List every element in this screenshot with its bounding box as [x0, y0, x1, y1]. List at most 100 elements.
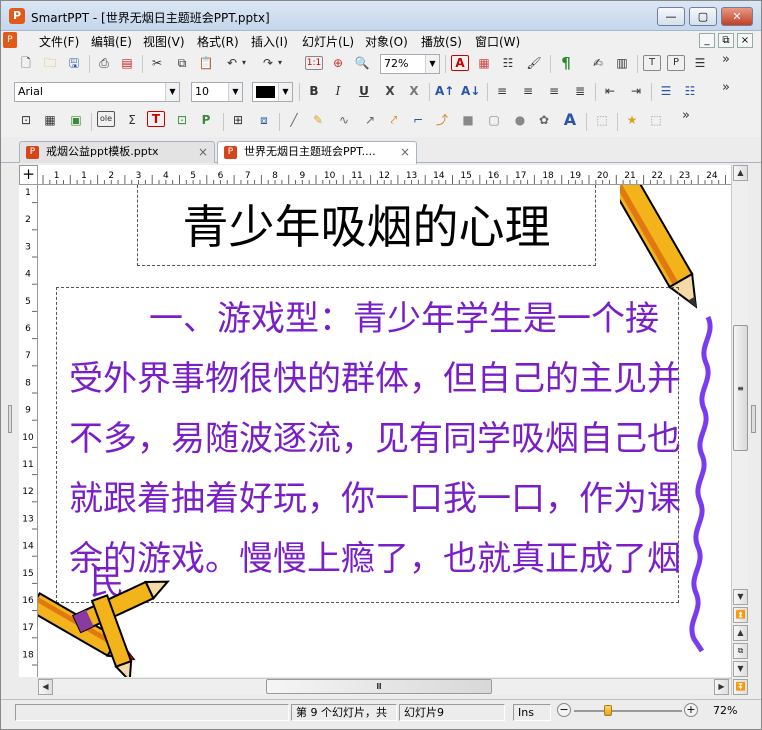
- equation-icon[interactable]: Σ: [123, 111, 141, 129]
- frame-green-icon[interactable]: ⊡: [173, 111, 191, 129]
- curve-connector-icon[interactable]: ⤴: [433, 111, 451, 129]
- slide-layout-icon[interactable]: 1:1: [305, 56, 323, 70]
- align-center-icon[interactable]: ≡: [519, 82, 537, 100]
- stack-icon[interactable]: ☰: [691, 54, 709, 72]
- horizontal-scrollbar[interactable]: ◀ Ⅲ ▶: [38, 678, 731, 695]
- mdi-restore-button[interactable]: ⧉: [718, 33, 734, 48]
- zoom-select[interactable]: 72% ▼: [380, 54, 440, 74]
- align-right-icon[interactable]: ≡: [545, 82, 563, 100]
- justify-icon[interactable]: ≣: [571, 82, 589, 100]
- undo-dropdown-icon[interactable]: ▾: [239, 54, 249, 72]
- underline-icon[interactable]: U: [355, 82, 373, 100]
- numbering-icon[interactable]: ☷: [681, 82, 699, 100]
- arrow-icon[interactable]: ↗: [361, 111, 379, 129]
- select-icon[interactable]: ⬚: [593, 111, 611, 129]
- strike-icon[interactable]: X: [381, 82, 399, 100]
- curve-icon[interactable]: ∿: [335, 111, 353, 129]
- find-icon[interactable]: ⊕: [329, 54, 347, 72]
- rounded-rect-icon[interactable]: ▢: [485, 111, 503, 129]
- title-placeholder[interactable]: 青少年吸烟的心理: [137, 185, 596, 266]
- zoom-icon[interactable]: 🔍: [353, 54, 371, 72]
- zoom-in-icon[interactable]: +: [684, 703, 698, 717]
- menu-slide[interactable]: 幻灯片(L): [302, 33, 354, 50]
- indent-icon[interactable]: ⇥: [627, 82, 645, 100]
- pdf-icon[interactable]: ▤: [118, 54, 136, 72]
- template-icon[interactable]: T: [643, 55, 661, 71]
- font-size-select[interactable]: 10 ▼: [191, 82, 243, 102]
- line-icon[interactable]: ╱: [285, 111, 303, 129]
- elbow-connector-icon[interactable]: ⌐: [409, 111, 427, 129]
- new-icon[interactable]: 🗋: [17, 54, 35, 72]
- maximize-button[interactable]: ▢: [689, 7, 717, 26]
- tab-quit-smoking-template[interactable]: P 戒烟公益ppt模板.pptx ×: [19, 141, 215, 163]
- ruler-corner[interactable]: +: [19, 165, 38, 185]
- star-icon[interactable]: ★: [623, 111, 641, 129]
- close-tab-icon[interactable]: ×: [400, 142, 410, 162]
- copy-icon[interactable]: ⧉: [173, 54, 191, 72]
- next-slide-icon[interactable]: ▼: [733, 661, 748, 677]
- horizontal-scroll-thumb[interactable]: Ⅲ: [266, 679, 492, 694]
- connector-icon[interactable]: ⤤: [385, 111, 403, 129]
- more-icon[interactable]: »: [677, 107, 695, 125]
- menu-view[interactable]: 视图(V): [143, 33, 185, 50]
- vertical-scroll-thumb[interactable]: ≡: [733, 325, 748, 451]
- ole-icon[interactable]: ole: [97, 111, 115, 127]
- slide-canvas[interactable]: 青少年吸烟的心理 一、游戏型：青少年学生是一个接受外界事物很快的群体，但自己的主…: [38, 185, 731, 677]
- font-select[interactable]: Arial ▼: [14, 82, 180, 102]
- grow-font-icon[interactable]: A↑: [435, 82, 454, 100]
- action-icon[interactable]: ⬚: [647, 111, 665, 129]
- rectangle-icon[interactable]: ■: [459, 111, 477, 129]
- stats-icon[interactable]: ▥: [613, 54, 631, 72]
- present-icon[interactable]: P: [667, 55, 685, 71]
- shadow-icon[interactable]: X: [405, 82, 423, 100]
- panel-splitter-handle[interactable]: [751, 405, 756, 433]
- scroll-right-icon[interactable]: ▶: [714, 679, 729, 695]
- menu-play[interactable]: 播放(S): [421, 33, 462, 50]
- ungroup-icon[interactable]: ⧈: [255, 111, 273, 129]
- close-button[interactable]: ✕: [721, 7, 753, 26]
- pilcrow-icon[interactable]: ¶: [557, 54, 575, 72]
- color-select[interactable]: ▼: [252, 82, 293, 102]
- placeholder-icon[interactable]: P: [197, 111, 215, 129]
- menu-file[interactable]: 文件(F): [39, 33, 79, 50]
- textbox-icon[interactable]: T: [147, 111, 165, 127]
- outdent-icon[interactable]: ⇤: [601, 82, 619, 100]
- italic-icon[interactable]: I: [329, 82, 347, 100]
- table-icon[interactable]: ☷: [499, 54, 517, 72]
- print-icon[interactable]: ⎙: [95, 54, 113, 72]
- scroll-left-icon[interactable]: ◀: [38, 679, 53, 695]
- vertical-scrollbar[interactable]: ▲ ≡ ▼ ⏫ ▲ ⧉ ▼ ⏬: [731, 165, 748, 695]
- scroll-up-icon[interactable]: ▲: [733, 165, 748, 181]
- minimize-button[interactable]: —: [657, 7, 685, 26]
- mdi-close-button[interactable]: ×: [737, 33, 753, 48]
- menu-format[interactable]: 格式(R): [197, 33, 239, 50]
- image-icon[interactable]: ▣: [67, 111, 85, 129]
- open-icon[interactable]: 🗀: [41, 54, 59, 72]
- more-icon[interactable]: »: [717, 79, 735, 97]
- zoom-slider-thumb[interactable]: [604, 705, 612, 716]
- ellipse-icon[interactable]: ●: [511, 111, 529, 129]
- text-color-icon[interactable]: A: [451, 55, 469, 71]
- group-icon[interactable]: ⊞: [229, 111, 247, 129]
- menu-window[interactable]: 窗口(W): [475, 33, 520, 50]
- mdi-minimize-button[interactable]: _: [699, 33, 715, 48]
- frame-icon[interactable]: ⊡: [17, 111, 35, 129]
- first-slide-icon[interactable]: ⏫: [733, 607, 748, 623]
- align-left-icon[interactable]: ≡: [493, 82, 511, 100]
- last-slide-icon[interactable]: ⏬: [733, 679, 748, 695]
- cut-icon[interactable]: ✂: [148, 54, 166, 72]
- pen-icon[interactable]: ✎: [309, 111, 327, 129]
- menu-insert[interactable]: 插入(I): [251, 33, 288, 50]
- slide-view-icon[interactable]: ⧉: [733, 643, 748, 659]
- tab-world-no-tobacco-day[interactable]: P 世界无烟日主题班会PPT.... ×: [217, 141, 417, 164]
- menu-object[interactable]: 对象(O): [365, 33, 408, 50]
- zoom-slider-track[interactable]: [574, 710, 682, 712]
- chart-icon[interactable]: ▦: [475, 54, 493, 72]
- save-icon[interactable]: 🖫: [65, 54, 83, 72]
- signature-icon[interactable]: ✍: [589, 54, 607, 72]
- shrink-font-icon[interactable]: A↓: [461, 82, 480, 100]
- shapes-icon[interactable]: ✿: [535, 111, 553, 129]
- panel-splitter-handle[interactable]: [8, 405, 12, 433]
- bold-icon[interactable]: B: [305, 82, 323, 100]
- prev-slide-icon[interactable]: ▲: [733, 625, 748, 641]
